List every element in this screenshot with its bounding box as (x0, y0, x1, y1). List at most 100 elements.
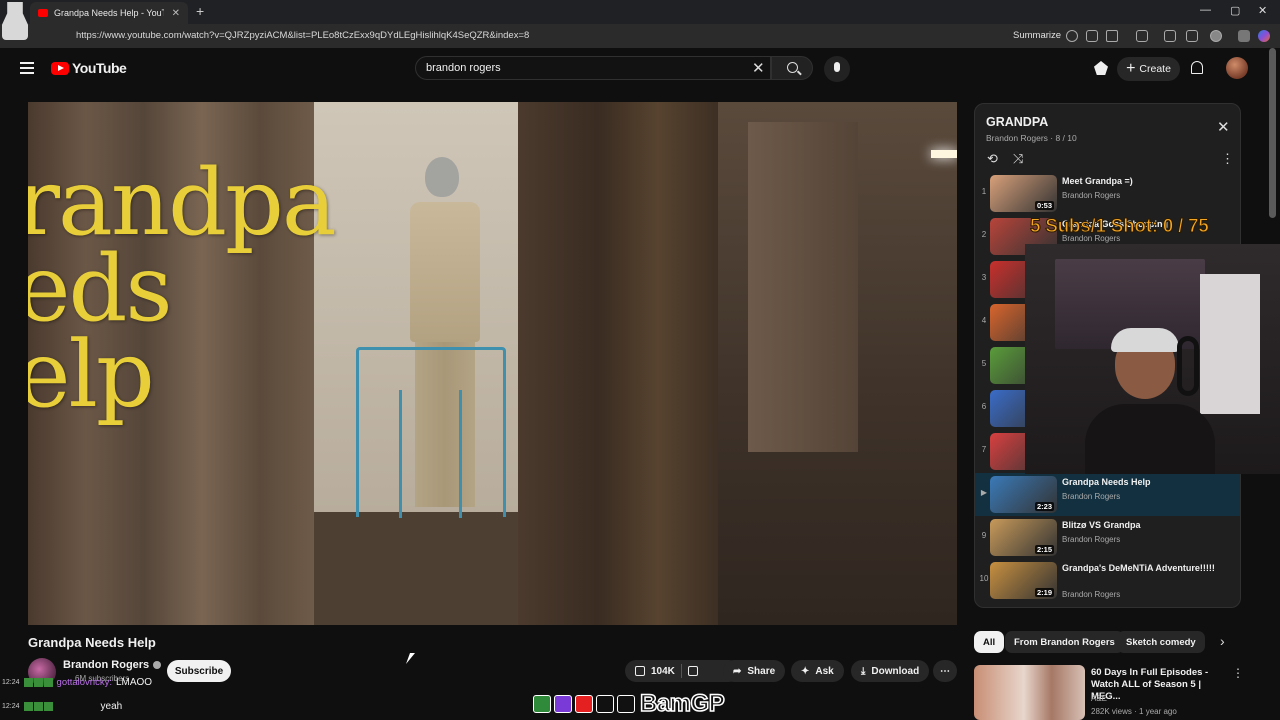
url-field[interactable]: https://www.youtube.com/watch?v=QJRZpyzi… (76, 30, 529, 41)
favorites-icon[interactable] (1186, 30, 1198, 42)
chip-sketch-comedy[interactable]: Sketch comedy (1117, 631, 1205, 653)
tab-close-icon[interactable]: ✕ (172, 8, 180, 19)
like-count[interactable]: 104K (651, 666, 675, 677)
verified-icon (153, 661, 162, 669)
video-title: Grandpa Needs Help (28, 635, 156, 650)
download-label: Download (871, 665, 920, 677)
channel-name-text: Brandon Rogers (63, 659, 150, 671)
playlist-item-thumbnail[interactable]: 2:15 (990, 519, 1057, 556)
recommendation-meta: 282K views · 1 year ago (1091, 707, 1177, 716)
channel-name[interactable]: Brandon Rogers (63, 659, 162, 671)
new-tab-button[interactable]: + (196, 3, 204, 19)
playlist-item-thumbnail[interactable]: 2:23 (990, 476, 1057, 513)
chat-message: LMAOO (115, 677, 153, 688)
playlist-item-title[interactable]: Blitzø VS Grandpa (1062, 519, 1232, 531)
playlist-item-channel: Brandon Rogers (1062, 590, 1121, 599)
menu-dots-icon[interactable] (1238, 30, 1250, 42)
chip-from-channel[interactable]: From Brandon Rogers (1005, 631, 1124, 653)
playlist-item-title[interactable]: Grandpa Needs Help (1062, 476, 1232, 488)
video-frame-wall (314, 512, 544, 625)
playlist-item-index: 4 (981, 316, 987, 325)
download-button[interactable]: ⤓ Download (851, 660, 930, 682)
ask-label: Ask (815, 665, 834, 677)
video-frame-curtain-right (518, 102, 718, 625)
reader-icon[interactable] (1086, 30, 1098, 42)
clear-search-icon[interactable]: ✕ (752, 59, 765, 77)
more-actions-button[interactable]: ⋯ (933, 660, 957, 682)
playlist-menu-icon[interactable]: ⋮ (1221, 151, 1234, 167)
voice-search-button[interactable] (824, 56, 850, 82)
playlist-item-duration: 2:19 (1034, 588, 1054, 597)
subscribe-button[interactable]: Subscribe (167, 660, 231, 682)
video-frame-door (748, 122, 858, 452)
playlist-item-title[interactable]: Meet Grandpa =) (1062, 175, 1232, 187)
youtube-header: YouTube brandon rogers ✕ + Create (0, 48, 1280, 90)
close-playlist-icon[interactable]: ✕ (1217, 118, 1230, 136)
chevron-right-icon[interactable]: › (1220, 633, 1225, 649)
like-icon[interactable] (635, 666, 645, 676)
subs-goal-counter: 5 Subs/1 Shot: 0 / 75 (1029, 216, 1209, 238)
loop-icon[interactable]: ⟲ (987, 151, 998, 167)
playlist-item-duration: 2:23 (1034, 502, 1054, 511)
playlist-item-index: 9 (981, 531, 987, 540)
plus-icon: + (1126, 60, 1136, 77)
notifications-icon[interactable] (1191, 61, 1203, 74)
playlist-item-index: ▶ (980, 488, 988, 497)
chat-line: 12:24 gottalovricky: LMAOO (2, 677, 152, 688)
dislike-icon[interactable] (687, 666, 698, 676)
menu-icon[interactable] (20, 62, 34, 74)
browser-tab[interactable]: Grandpa Needs Help - YouTube ✕ (30, 2, 188, 24)
chat-time: 12:24 (2, 703, 20, 710)
playlist-item-thumbnail[interactable]: 2:19 (990, 562, 1057, 599)
create-button[interactable]: + Create (1117, 57, 1180, 81)
summarize-icon[interactable] (1066, 30, 1078, 42)
share-button[interactable]: ➦ Share (723, 660, 786, 682)
maximize-icon[interactable]: ▢ (1230, 4, 1240, 17)
playlist-item-channel: Brandon Rogers (1062, 535, 1121, 544)
minimize-icon[interactable]: — (1200, 4, 1211, 16)
shuffle-icon[interactable]: ⤨ (1013, 151, 1023, 167)
page-scrollbar[interactable] (1269, 48, 1276, 218)
video-title-card: randpa eds elp (28, 149, 337, 428)
search-input[interactable]: brandon rogers (415, 56, 771, 80)
extension-icon[interactable] (1164, 30, 1176, 42)
create-label: Create (1139, 63, 1171, 75)
playlist-item-title[interactable]: Grandpa's DeMeNTiA Adventure!!!!! (1062, 562, 1232, 574)
chat-time: 12:24 (2, 679, 20, 686)
playlist-item-duration: 0:53 (1034, 201, 1054, 210)
playlist-title[interactable]: GRANDPA (986, 115, 1048, 129)
copilot-icon[interactable] (1258, 30, 1270, 42)
favorite-star-icon[interactable] (1106, 30, 1118, 42)
playlist-item[interactable]: 9 2:15 Blitzø VS Grandpa Brandon Rogers (975, 516, 1240, 559)
chip-all[interactable]: All (974, 631, 1005, 653)
playlist-item[interactable]: 1 0:53 Meet Grandpa =) Brandon Rogers (975, 172, 1240, 215)
playlist-item[interactable]: ▶ 2:23 Grandpa Needs Help Brandon Rogers (975, 473, 1240, 516)
extensions-icon[interactable] (1136, 30, 1148, 42)
close-window-icon[interactable]: ✕ (1258, 4, 1267, 17)
share-icon: ➦ (733, 665, 742, 677)
youtube-icon (575, 695, 593, 713)
twitch-icon (554, 695, 572, 713)
recommendation-title[interactable]: 60 Days In Full Episodes - Watch ALL of … (1091, 667, 1231, 703)
recommendation-menu-icon[interactable]: ⋮ (1232, 666, 1244, 680)
youtube-favicon-icon (38, 9, 48, 17)
extension-logo-icon[interactable] (1094, 61, 1108, 75)
recommendation-channel[interactable]: A&E (1091, 694, 1107, 703)
chat-user: gottalovricky: (56, 677, 112, 688)
playlist-item[interactable]: 10 2:19 Grandpa's DeMeNTiA Adventure!!!!! B… (975, 559, 1240, 602)
playlist-subtitle: Brandon Rogers · 8 / 10 (986, 133, 1077, 143)
playlist-item-channel: Brandon Rogers (1062, 492, 1121, 501)
summarize-button[interactable]: Summarize (1013, 30, 1061, 41)
search-button[interactable] (771, 56, 813, 80)
youtube-play-icon (51, 61, 69, 75)
account-avatar[interactable] (1226, 57, 1248, 79)
video-player[interactable]: randpa eds elp (28, 102, 957, 625)
browser-tab-bar: Grandpa Needs Help - YouTube ✕ + — ▢ ✕ (0, 0, 1280, 24)
playlist-item-thumbnail[interactable]: 0:53 (990, 175, 1057, 212)
youtube-logo[interactable]: YouTube (51, 60, 127, 76)
profile-icon[interactable] (1210, 30, 1222, 42)
streamer-brand-name: BamGP (639, 689, 725, 718)
recommendation-thumbnail[interactable] (974, 665, 1085, 720)
like-divider (680, 664, 682, 678)
ask-button[interactable]: ✦ Ask (791, 660, 844, 682)
